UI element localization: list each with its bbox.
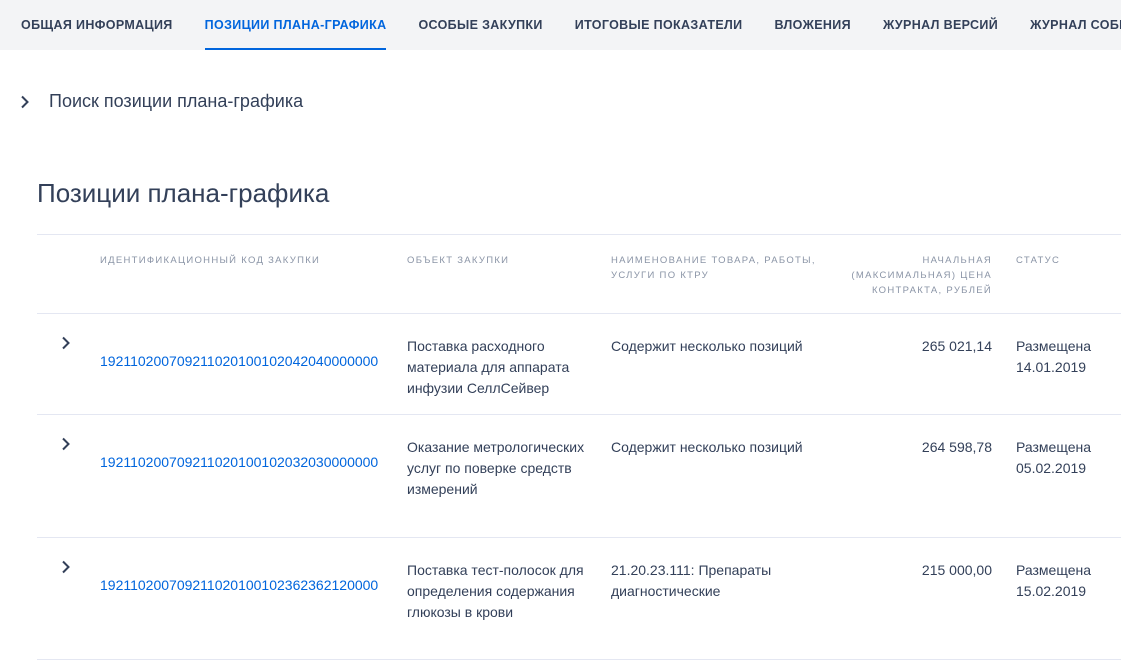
contract-price: 215 000,00 (921, 562, 992, 578)
tab-plan-positions[interactable]: ПОЗИЦИИ ПЛАНА-ГРАФИКА (204, 0, 387, 50)
search-expander[interactable]: Поиск позиции плана-графика (20, 91, 303, 112)
ktru-name: Содержит несколько позиций (611, 338, 803, 354)
purchase-object: Оказание метрологических услуг по поверк… (407, 439, 585, 497)
tab-special-purchases[interactable]: ОСОБЫЕ ЗАКУПКИ (418, 0, 542, 50)
table-row: 192110200709211020100102362362120000 Пос… (37, 538, 1121, 660)
tab-general-info[interactable]: ОБЩАЯ ИНФОРМАЦИЯ (21, 0, 173, 50)
chevron-right-icon[interactable] (61, 437, 71, 451)
section-title: Позиции плана-графика (37, 178, 330, 208)
purchase-object: Поставка расходного материала для аппара… (407, 338, 570, 396)
tab-event-log[interactable]: ЖУРНАЛ СОБЫТИЙ (1030, 0, 1121, 50)
table-header: ИДЕНТИФИКАЦИОННЫЙ КОД ЗАКУПКИ ОБЪЕКТ ЗАК… (37, 235, 1121, 314)
purchase-code-link[interactable]: 192110200709211020100102032030000000 (100, 452, 378, 473)
purchase-code-link[interactable]: 192110200709211020100102042040000000 (100, 351, 378, 372)
contract-price: 265 021,14 (921, 338, 992, 354)
plan-positions-table: ИДЕНТИФИКАЦИОННЫЙ КОД ЗАКУПКИ ОБЪЕКТ ЗАК… (37, 234, 1121, 660)
tab-totals[interactable]: ИТОГОВЫЕ ПОКАЗАТЕЛИ (575, 0, 743, 50)
chevron-right-icon[interactable] (61, 560, 71, 574)
contract-price: 264 598,78 (921, 439, 992, 455)
search-expander-label: Поиск позиции плана-графика (49, 91, 304, 111)
ktru-name: Содержит несколько позиций (611, 439, 803, 455)
chevron-right-icon (21, 95, 29, 108)
column-header-code: ИДЕНТИФИКАЦИОННЫЙ КОД ЗАКУПКИ (100, 255, 321, 266)
purchase-code-link[interactable]: 192110200709211020100102362362120000 (100, 575, 378, 596)
status-text: Размещена 14.01.2019 (1016, 338, 1091, 375)
tab-version-log[interactable]: ЖУРНАЛ ВЕРСИЙ (883, 0, 998, 50)
status-text: Размещена 05.02.2019 (1016, 439, 1091, 476)
chevron-right-icon[interactable] (61, 336, 71, 350)
column-header-status: СТАТУС (1016, 255, 1061, 266)
table-row: 192110200709211020100102032030000000 Ока… (37, 415, 1121, 538)
tab-bar: ОБЩАЯ ИНФОРМАЦИЯ ПОЗИЦИИ ПЛАНА-ГРАФИКА О… (0, 0, 1121, 50)
tab-attachments[interactable]: ВЛОЖЕНИЯ (774, 0, 850, 50)
column-header-price: НАЧАЛЬНАЯ (МАКСИМАЛЬНАЯ) ЦЕНА КОНТРАКТА,… (851, 255, 992, 296)
column-header-object: ОБЪЕКТ ЗАКУПКИ (407, 255, 510, 266)
ktru-name: 21.20.23.111: Препараты диагностические (611, 562, 772, 599)
purchase-object: Поставка тест-полосок для определения со… (407, 562, 584, 620)
column-header-ktru-name: НАИМЕНОВАНИЕ ТОВАРА, РАБОТЫ, УСЛУГИ ПО К… (611, 255, 816, 281)
table-row: 192110200709211020100102042040000000 Пос… (37, 314, 1121, 415)
status-text: Размещена 15.02.2019 (1016, 562, 1091, 599)
